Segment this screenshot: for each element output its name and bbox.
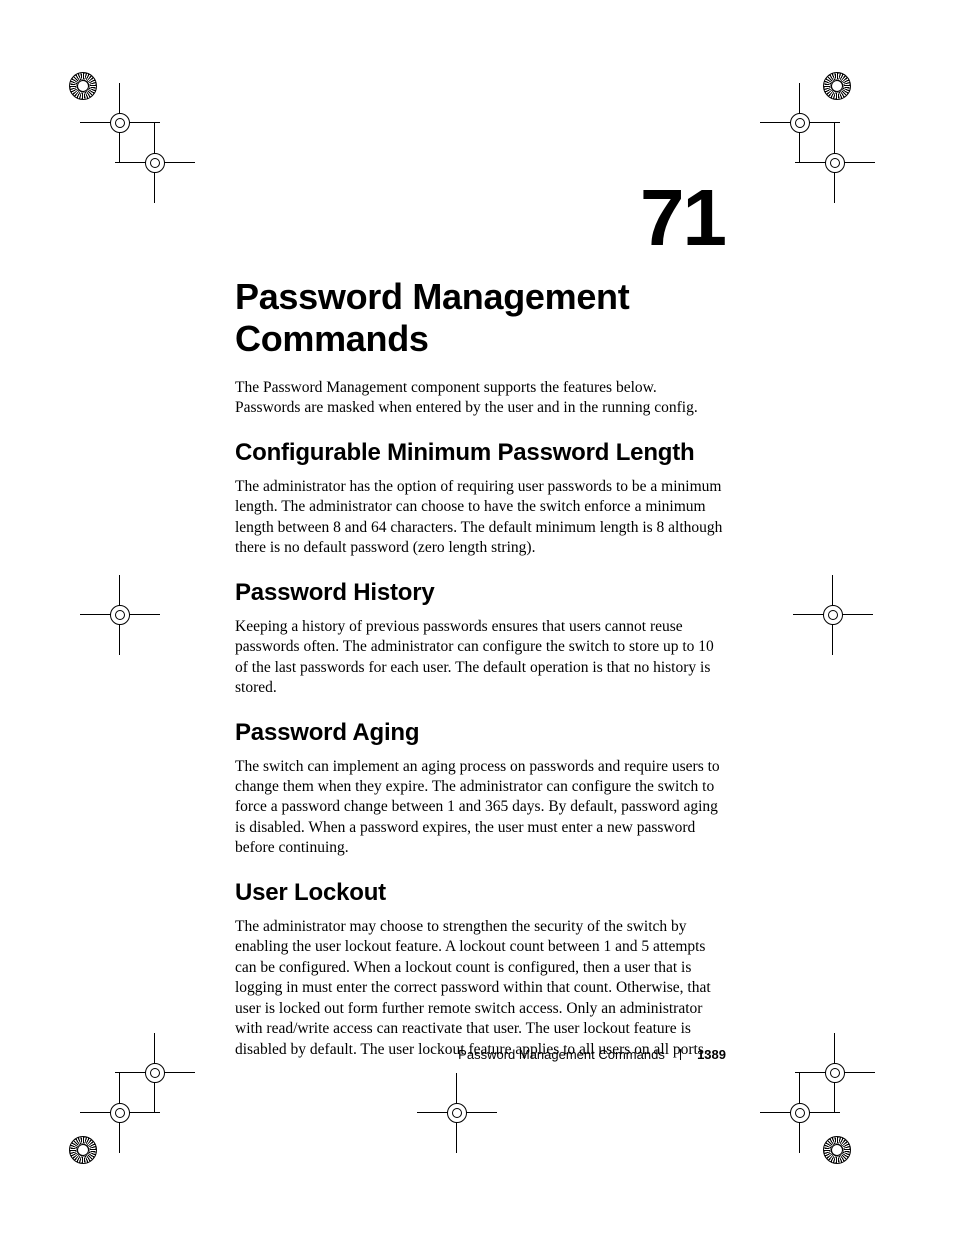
registration-mark-icon (790, 1028, 880, 1118)
registration-mark-icon (790, 118, 880, 208)
page-footer: Password Management Commands 1389 (458, 1047, 726, 1062)
registration-mark-icon (755, 1068, 845, 1158)
section-body: The administrator has the option of requ… (235, 477, 725, 559)
section-heading: Password History (235, 579, 725, 607)
registration-mark-icon (75, 1068, 165, 1158)
page: 71 Password Management Commands The Pass… (0, 0, 954, 1235)
registration-mark-icon (755, 78, 845, 168)
registration-mark-icon (788, 570, 878, 660)
section-heading: User Lockout (235, 879, 725, 907)
chapter-title: Password Management Commands (235, 276, 725, 360)
registration-mark-icon (412, 1068, 502, 1158)
section-body: The switch can implement an aging proces… (235, 757, 725, 859)
registration-mark-icon (75, 570, 165, 660)
section-body: The administrator may choose to strength… (235, 917, 725, 1060)
footer-page-number: 1389 (697, 1047, 726, 1062)
registration-mark-icon (110, 118, 200, 208)
section-heading: Configurable Minimum Password Length (235, 439, 725, 467)
chapter-number: 71 (235, 178, 725, 258)
footer-section-label: Password Management Commands (458, 1047, 665, 1062)
registration-mark-icon (75, 78, 165, 168)
chapter-intro: The Password Management component suppor… (235, 378, 725, 419)
section-heading: Password Aging (235, 719, 725, 747)
footer-separator-icon (680, 1049, 681, 1060)
section-body: Keeping a history of previous passwords … (235, 617, 725, 699)
registration-mark-icon (110, 1028, 200, 1118)
content-area: 71 Password Management Commands The Pass… (235, 178, 725, 1060)
